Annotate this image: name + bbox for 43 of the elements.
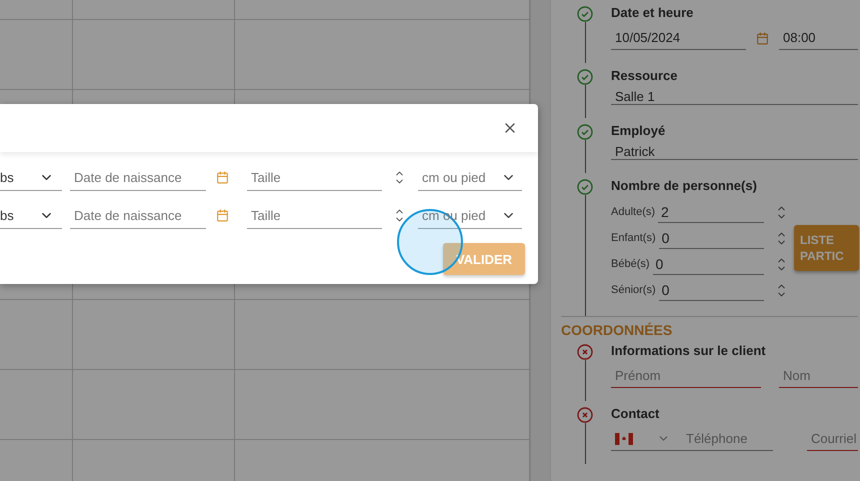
step-title: Ressource <box>611 68 678 83</box>
calendar-cell[interactable] <box>73 0 235 20</box>
calendar-icon <box>216 171 229 184</box>
name-field[interactable]: Prénom <box>611 364 761 388</box>
birthdate-field[interactable]: Date de naissance <box>70 164 206 191</box>
height-field[interactable]: Taille <box>247 164 382 191</box>
count-field[interactable]: 0 <box>652 253 764 275</box>
step-title: Employé <box>611 123 666 138</box>
calendar-cell[interactable] <box>0 0 73 20</box>
step-title: Date et heure <box>611 5 694 20</box>
calendar-cell[interactable] <box>73 370 235 440</box>
calendar-icon <box>756 32 769 44</box>
step-title: Informations sur le client <box>611 343 767 358</box>
calendar-cell[interactable] <box>73 300 235 370</box>
step-title: Contact <box>611 406 660 421</box>
height-field[interactable]: Taille <box>247 202 382 229</box>
select-field[interactable]: Salle 1 <box>611 89 858 105</box>
calendar-cell[interactable] <box>235 0 530 20</box>
count-label: Enfant(s) <box>611 232 656 244</box>
unit-select[interactable]: cm ou pied <box>418 164 522 191</box>
calendar-cell[interactable] <box>0 20 73 90</box>
count-label: Sénior(s) <box>611 284 656 296</box>
step-title: Nombre de personne(s) <box>611 178 758 193</box>
count-field[interactable]: 0 <box>658 279 764 301</box>
calendar-cell[interactable] <box>73 20 235 90</box>
count-field[interactable]: 2 <box>658 201 764 223</box>
calendar-cell[interactable] <box>0 300 73 370</box>
count-label: Adulte(s) <box>611 206 656 218</box>
unit-select[interactable]: bs <box>0 164 62 191</box>
count-field[interactable]: 0 <box>658 227 764 249</box>
section-title: COORDONNÉES <box>561 322 674 338</box>
calendar-cell[interactable] <box>0 370 73 440</box>
count-label: Bébé(s) <box>611 258 650 270</box>
select-field[interactable]: Patrick <box>611 144 858 160</box>
time-field[interactable]: 08:00 <box>779 26 858 50</box>
name-field[interactable]: Nom <box>779 364 858 388</box>
flag-icon <box>615 432 633 444</box>
date-field[interactable]: 10/05/2024 <box>611 26 746 50</box>
calendar-icon <box>216 209 229 222</box>
phone-field[interactable]: Téléphone <box>611 427 773 451</box>
email-field[interactable]: Courriel <box>807 427 858 451</box>
unit-select[interactable]: bs <box>0 202 62 229</box>
birthdate-field[interactable]: Date de naissance <box>70 202 206 229</box>
